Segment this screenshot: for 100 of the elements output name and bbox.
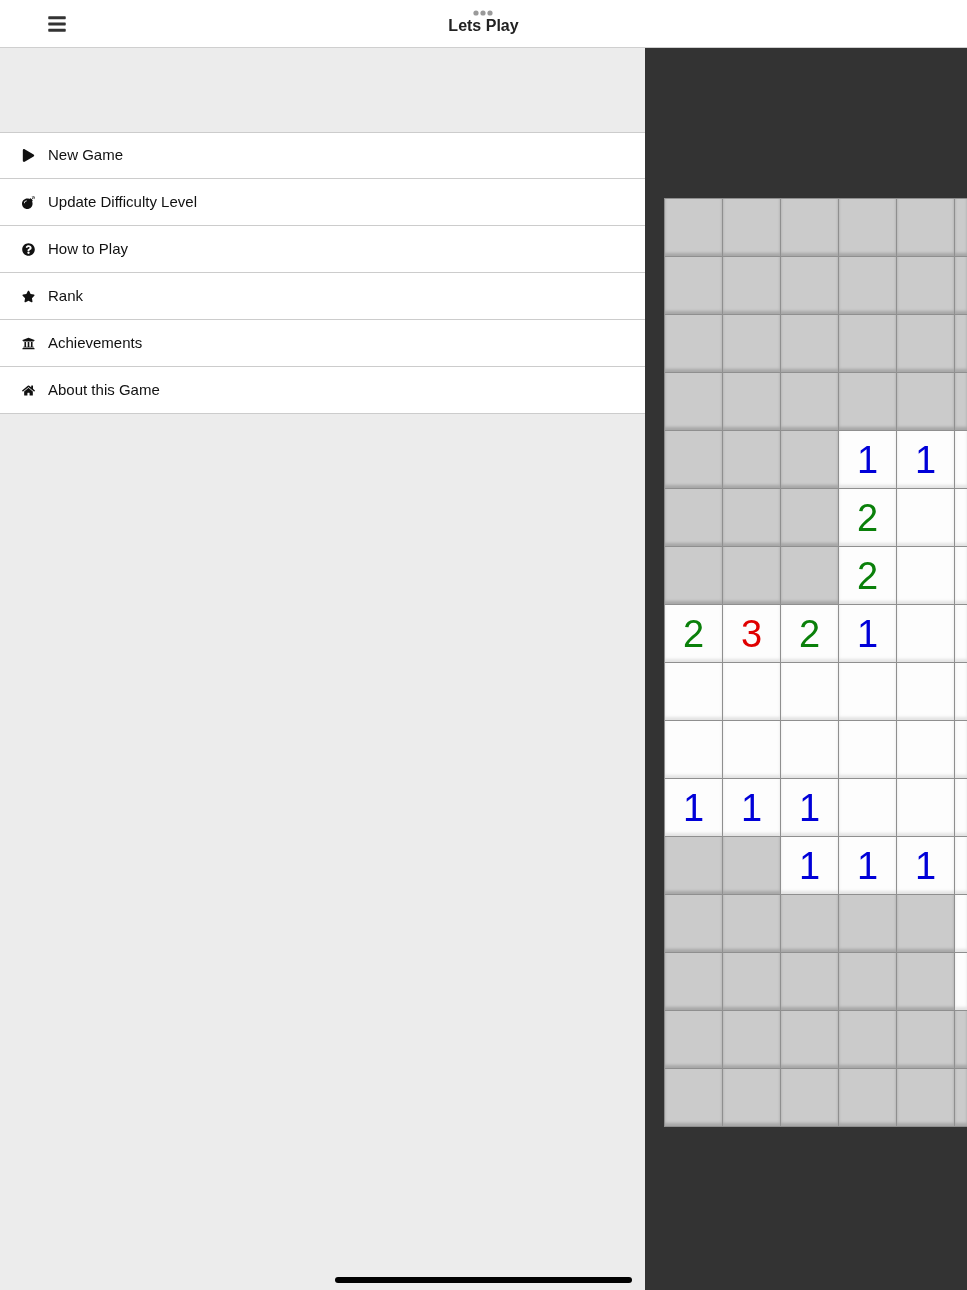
menu-item[interactable]: New Game (0, 132, 645, 179)
board-tile[interactable] (723, 199, 781, 257)
board-tile[interactable] (665, 1011, 723, 1069)
board-tile[interactable] (955, 547, 967, 605)
board-tile[interactable] (723, 837, 781, 895)
board-tile[interactable] (665, 315, 723, 373)
board-tile[interactable] (839, 1011, 897, 1069)
board-tile[interactable] (955, 1069, 967, 1127)
menu-item[interactable]: Achievements (0, 320, 645, 367)
board-tile[interactable] (955, 315, 967, 373)
board-tile[interactable]: 2 (665, 605, 723, 663)
board-tile[interactable]: 1 (839, 837, 897, 895)
board-tile[interactable] (839, 199, 897, 257)
board-tile[interactable] (665, 663, 723, 721)
board-tile[interactable] (723, 1069, 781, 1127)
board-tile[interactable] (665, 1069, 723, 1127)
board-tile[interactable] (839, 721, 897, 779)
board-tile[interactable] (897, 257, 955, 315)
board-tile[interactable] (897, 315, 955, 373)
board-tile[interactable] (723, 721, 781, 779)
menu-item[interactable]: About this Game (0, 367, 645, 414)
board-tile[interactable] (723, 1011, 781, 1069)
board-tile[interactable] (781, 489, 839, 547)
board-tile[interactable] (897, 547, 955, 605)
three-dots-icon[interactable] (473, 9, 494, 16)
board-tile[interactable] (781, 431, 839, 489)
board-tile[interactable] (839, 373, 897, 431)
board-tile[interactable] (955, 953, 967, 1011)
board-tile[interactable] (723, 431, 781, 489)
board-tile[interactable] (897, 373, 955, 431)
board-tile[interactable] (955, 489, 967, 547)
board-tile[interactable]: 1 (897, 431, 955, 489)
board-tile[interactable] (839, 895, 897, 953)
board-tile[interactable] (723, 373, 781, 431)
board-tile[interactable] (955, 1011, 967, 1069)
board-tile[interactable] (665, 721, 723, 779)
board-tile[interactable] (839, 953, 897, 1011)
board-tile[interactable] (665, 373, 723, 431)
board-tile[interactable] (897, 1011, 955, 1069)
board-tile[interactable]: 2 (781, 605, 839, 663)
board-tile[interactable]: 1 (897, 837, 955, 895)
board-tile[interactable] (839, 779, 897, 837)
board-tile[interactable] (839, 663, 897, 721)
board-tile[interactable] (723, 663, 781, 721)
board-tile[interactable]: 2 (839, 489, 897, 547)
board-tile[interactable] (723, 257, 781, 315)
board-tile[interactable] (665, 547, 723, 605)
menu-item[interactable]: Update Difficulty Level (0, 179, 645, 226)
board-tile[interactable] (897, 605, 955, 663)
board-tile[interactable] (955, 779, 967, 837)
board-tile[interactable] (781, 721, 839, 779)
board-tile[interactable] (723, 489, 781, 547)
board-tile[interactable] (955, 663, 967, 721)
board-tile[interactable]: 3 (723, 605, 781, 663)
board-tile[interactable] (955, 199, 967, 257)
board-tile[interactable] (839, 257, 897, 315)
board-tile[interactable] (781, 663, 839, 721)
menu-item[interactable]: Rank (0, 273, 645, 320)
board-tile[interactable]: 1 (781, 779, 839, 837)
board-tile[interactable] (723, 895, 781, 953)
board-tile[interactable] (955, 895, 967, 953)
board-tile[interactable] (955, 837, 967, 895)
board-tile[interactable]: 1 (781, 837, 839, 895)
menu-item[interactable]: How to Play (0, 226, 645, 273)
board-tile[interactable]: 1 (839, 605, 897, 663)
board-tile[interactable] (723, 547, 781, 605)
board-tile[interactable] (781, 895, 839, 953)
board-tile[interactable] (665, 199, 723, 257)
board-tile[interactable] (665, 257, 723, 315)
board-tile[interactable] (781, 1069, 839, 1127)
board-tile[interactable] (781, 315, 839, 373)
board-tile[interactable] (665, 895, 723, 953)
board-tile[interactable] (897, 199, 955, 257)
board-tile[interactable] (723, 315, 781, 373)
board-tile[interactable] (781, 953, 839, 1011)
board-tile[interactable] (897, 721, 955, 779)
board-tile[interactable] (839, 315, 897, 373)
board-tile[interactable] (955, 257, 967, 315)
board-tile[interactable] (955, 431, 967, 489)
board-tile[interactable] (665, 431, 723, 489)
board-tile[interactable] (897, 953, 955, 1011)
board-tile[interactable] (955, 721, 967, 779)
board-tile[interactable] (897, 1069, 955, 1127)
board-tile[interactable] (897, 779, 955, 837)
board-tile[interactable] (897, 489, 955, 547)
board-tile[interactable] (897, 895, 955, 953)
board-tile[interactable] (781, 1011, 839, 1069)
board-tile[interactable] (723, 953, 781, 1011)
board-tile[interactable]: 1 (723, 779, 781, 837)
board-tile[interactable] (665, 837, 723, 895)
board-tile[interactable] (665, 953, 723, 1011)
board-tile[interactable] (781, 257, 839, 315)
board-tile[interactable] (955, 605, 967, 663)
board-tile[interactable]: 1 (665, 779, 723, 837)
board-tile[interactable] (665, 489, 723, 547)
board-tile[interactable] (781, 373, 839, 431)
board-tile[interactable] (897, 663, 955, 721)
board-tile[interactable]: 2 (839, 547, 897, 605)
board-tile[interactable] (781, 547, 839, 605)
board-tile[interactable]: 1 (839, 431, 897, 489)
